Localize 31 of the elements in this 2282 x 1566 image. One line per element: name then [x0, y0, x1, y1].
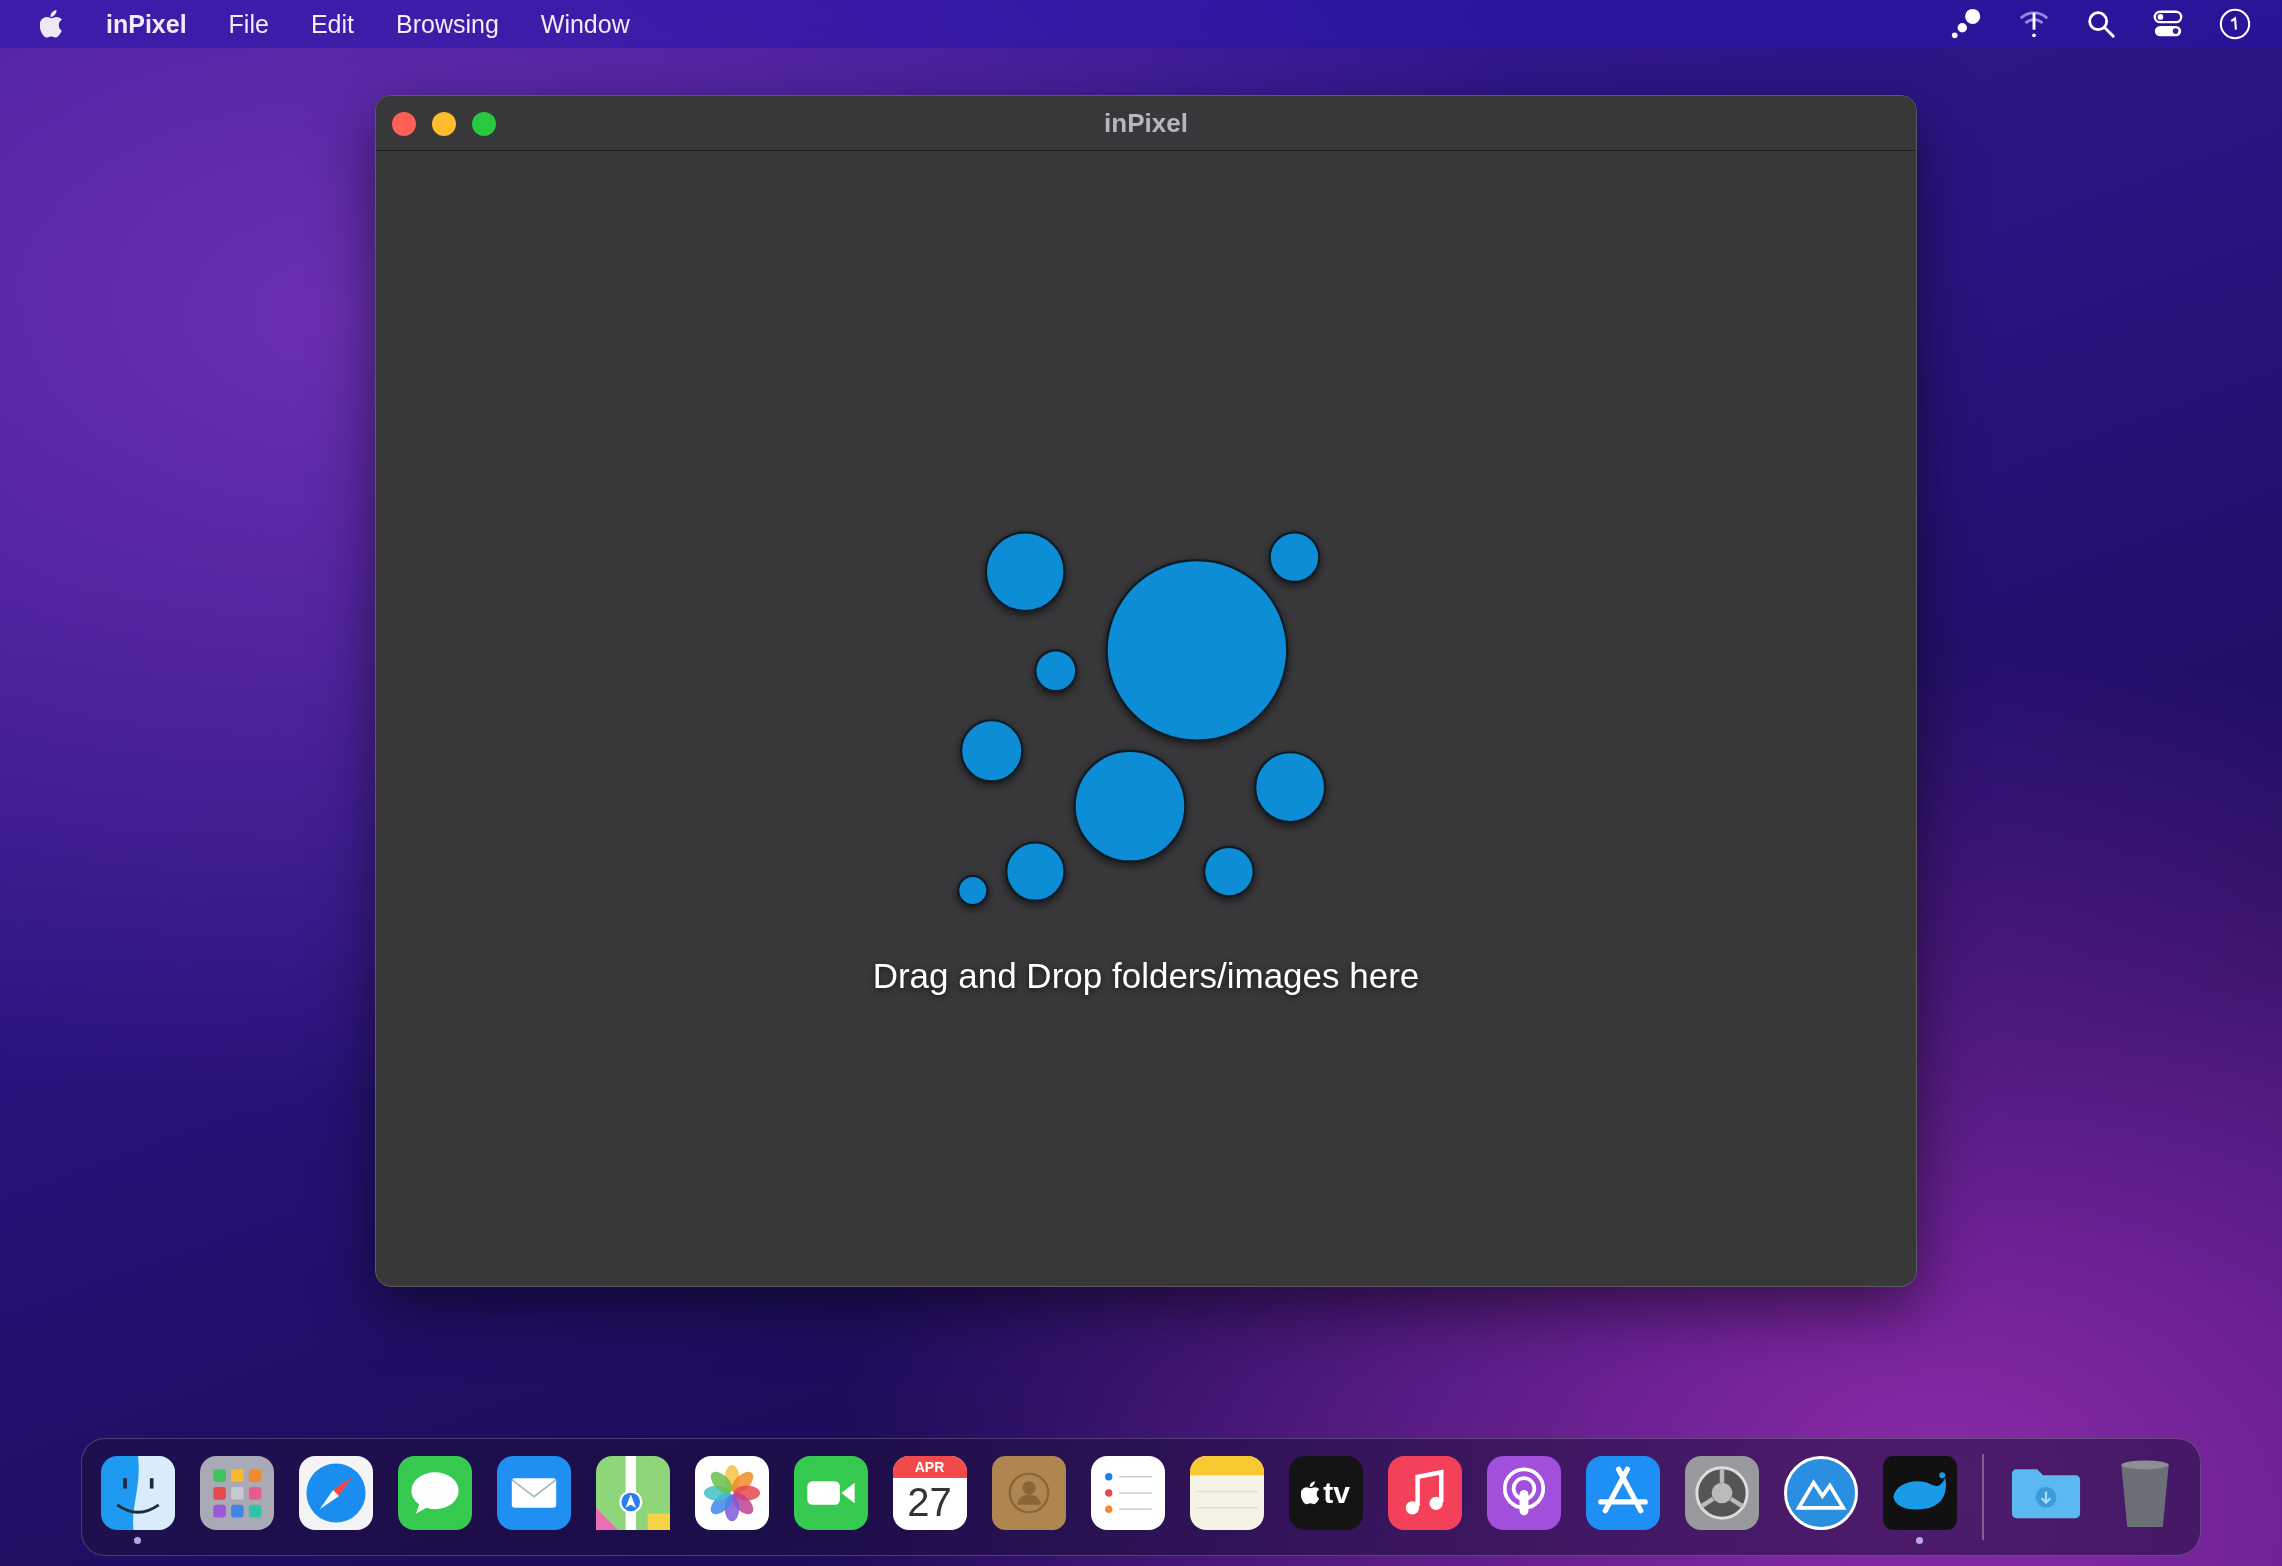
flower-icon[interactable] — [694, 1456, 769, 1530]
smiling-face-icon[interactable] — [100, 1456, 175, 1530]
menu-item[interactable]: inPixel — [106, 9, 187, 39]
apple-logo-icon[interactable] — [40, 10, 64, 38]
music-note-icon[interactable] — [1387, 1456, 1462, 1530]
menu-item[interactable]: Window — [540, 9, 630, 39]
menu-item[interactable]: Browsing — [396, 9, 499, 39]
contact-book-icon[interactable] — [991, 1456, 1066, 1530]
app-store-icon[interactable] — [1585, 1456, 1660, 1530]
minimize-button[interactable] — [432, 112, 456, 136]
menu-item[interactable]: Edit — [310, 9, 354, 39]
mountain-icon[interactable] — [1783, 1456, 1858, 1530]
whale-icon[interactable] — [1882, 1456, 1957, 1530]
calendar-icon[interactable]: APR 27 — [892, 1456, 967, 1530]
envelope-icon[interactable] — [496, 1456, 571, 1530]
drop-instructions: Drag and Drop folders/images here — [872, 956, 1420, 996]
notepad-icon[interactable] — [1189, 1456, 1264, 1530]
app-grid-icon[interactable] — [199, 1456, 274, 1530]
map-icon[interactable] — [595, 1456, 670, 1530]
zoom-button[interactable] — [472, 112, 496, 136]
clock-icon[interactable] — [2218, 7, 2252, 41]
podcast-icon[interactable] — [1486, 1456, 1561, 1530]
gear-icon[interactable] — [1684, 1456, 1759, 1530]
window-title: inPixel — [1104, 107, 1188, 139]
speech-bubble-icon[interactable] — [397, 1456, 472, 1530]
close-button[interactable] — [392, 112, 416, 136]
menu-item[interactable]: File — [228, 9, 269, 39]
tv-app-icon[interactable]: tv — [1288, 1456, 1363, 1530]
compass-icon[interactable] — [298, 1456, 373, 1530]
video-camera-icon[interactable] — [793, 1456, 868, 1530]
checklist-icon[interactable] — [1090, 1456, 1165, 1530]
